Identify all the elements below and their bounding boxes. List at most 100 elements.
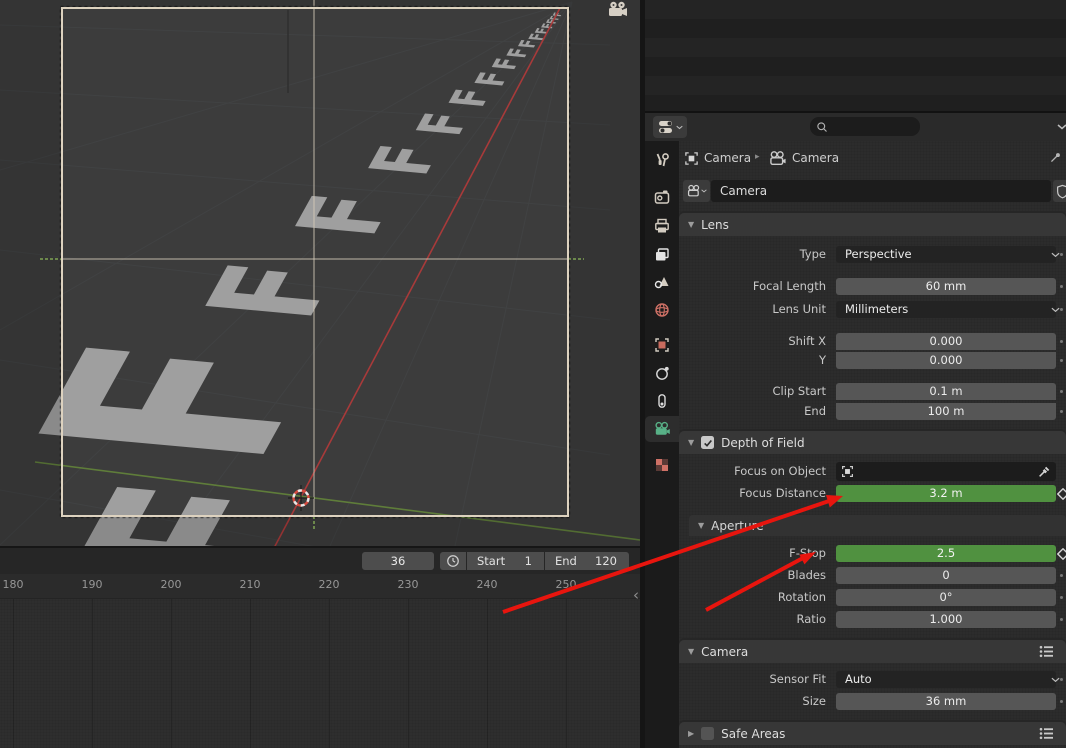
expand-triangle-icon: ▶ [688, 729, 694, 738]
shift-y-label: Y [819, 352, 826, 369]
current-frame-field[interactable]: 36 [362, 552, 434, 570]
chevron-down-icon [1051, 677, 1060, 683]
rotation-field[interactable]: 0° [836, 589, 1056, 606]
tab-tool[interactable] [645, 147, 679, 173]
tab-render[interactable] [645, 184, 679, 210]
search-icon [816, 121, 828, 133]
chevron-down-icon [1051, 252, 1060, 258]
ratio-row: Ratio 1.000 [679, 611, 1066, 628]
editor-type-button[interactable] [653, 116, 687, 138]
fstop-label: F-Stop [789, 545, 826, 562]
sensor-fit-dropdown[interactable]: Auto [836, 671, 1056, 688]
breadcrumb: Camera ▸ Camera [679, 149, 1066, 169]
safe-areas-title: Safe Areas [721, 727, 785, 741]
dof-panel-header[interactable]: ▼ Depth of Field [679, 431, 1066, 454]
ratio-field[interactable]: 1.000 [836, 611, 1056, 628]
world-icon [654, 302, 670, 318]
clip-start-label: Clip Start [773, 383, 826, 400]
collapse-panel-arrow[interactable]: ‹ [633, 588, 639, 602]
dof-checkbox[interactable] [701, 436, 714, 449]
shift-y-field[interactable]: 0.000 [836, 352, 1056, 369]
camera-data-icon [654, 421, 670, 437]
checkmark-icon [703, 438, 713, 448]
timeline-ruler[interactable]: 180190200210220230240250 [0, 574, 640, 599]
tab-object[interactable] [645, 332, 679, 358]
focal-length-field[interactable]: 60 mm [836, 278, 1056, 295]
tab-physics[interactable] [645, 360, 679, 386]
search-input[interactable] [828, 120, 912, 134]
properties-editor-icon [658, 120, 674, 134]
aperture-panel-header[interactable]: ▼ Aperture [689, 515, 1066, 536]
tab-object-data[interactable] [645, 416, 679, 442]
render-icon [654, 189, 670, 205]
tab-output[interactable] [645, 213, 679, 239]
tab-constraints[interactable] [645, 388, 679, 414]
datablock-name-field[interactable]: Camera [711, 180, 1051, 202]
breadcrumb-separator: ▸ [755, 152, 760, 162]
type-row: Type Perspective [679, 246, 1066, 263]
focal-length-label: Focal Length [753, 278, 826, 295]
search-box[interactable] [810, 117, 920, 136]
breadcrumb-data[interactable]: Camera [792, 151, 839, 165]
frame-start-field[interactable]: Start 1 [467, 552, 544, 570]
datablock-type-button[interactable] [683, 180, 710, 202]
frame-end-field[interactable]: End 120 [545, 552, 629, 570]
tab-scene[interactable] [645, 269, 679, 295]
presets-list-icon[interactable] [1039, 727, 1054, 740]
outliner-editor[interactable] [645, 0, 1066, 113]
options-chevron-icon[interactable] [1057, 124, 1066, 130]
frame-tick-label: 210 [240, 578, 261, 591]
sensor-size-row: Size 36 mm [679, 693, 1066, 710]
camera-icon [687, 184, 701, 198]
safe-areas-checkbox[interactable] [701, 727, 714, 740]
chevron-down-icon [701, 189, 707, 193]
safe-areas-panel-header[interactable]: ▶ Safe Areas [679, 722, 1066, 745]
blades-field[interactable]: 0 [836, 567, 1056, 584]
clip-end-label: End [804, 403, 826, 420]
shift-x-field[interactable]: 0.000 [836, 333, 1056, 350]
lens-panel-header[interactable]: ▼ Lens [679, 213, 1066, 236]
3d-viewport[interactable]: FFFFFFFFFFFFFFFFF [0, 0, 640, 546]
timeline-area[interactable] [0, 599, 640, 748]
keyframe-diamond-icon[interactable] [1057, 548, 1066, 560]
pin-icon[interactable] [1049, 151, 1062, 164]
lens-unit-dropdown[interactable]: Millimeters [836, 301, 1056, 318]
sensor-size-field[interactable]: 36 mm [836, 693, 1056, 710]
clip-start-field[interactable]: 0.1 m [836, 383, 1056, 400]
auto-keyframe-button[interactable] [440, 552, 466, 570]
camera-panel-header[interactable]: ▼ Camera [679, 640, 1066, 663]
object-icon [841, 465, 854, 478]
breadcrumb-object[interactable]: Camera [704, 151, 751, 165]
timeline-editor[interactable]: 36 Start 1 End 120 1801902002102202 [0, 546, 640, 748]
sensor-size-label: Size [802, 693, 826, 710]
frame-tick-label: 180 [3, 578, 24, 591]
viewport-canvas: FFFFFFFFFFFFFFFFF [0, 0, 640, 546]
expand-triangle-icon: ▼ [688, 438, 694, 447]
start-value: 1 [525, 552, 532, 570]
constraints-icon [654, 393, 670, 409]
rotation-label: Rotation [778, 589, 826, 606]
presets-list-icon[interactable] [1039, 645, 1054, 658]
eyedropper-icon[interactable] [1037, 465, 1051, 479]
type-dropdown[interactable]: Perspective [836, 246, 1056, 263]
blades-label: Blades [788, 567, 827, 584]
end-label: End [555, 552, 577, 570]
frame-tick-label: 250 [556, 578, 577, 591]
clip-end-field[interactable]: 100 m [836, 403, 1056, 420]
chevron-down-icon [676, 125, 683, 130]
keyframe-diamond-icon[interactable] [1057, 488, 1066, 500]
tab-world[interactable] [645, 297, 679, 323]
sensor-fit-row: Sensor Fit Auto [679, 671, 1066, 688]
aperture-title: Aperture [711, 519, 764, 533]
focus-distance-field[interactable]: 3.2 m [836, 485, 1056, 502]
tab-texture[interactable] [645, 452, 679, 478]
tab-view-layer[interactable] [645, 242, 679, 268]
frame-tick-label: 220 [319, 578, 340, 591]
focus-object-row: Focus on Object [679, 462, 1066, 481]
focus-object-field[interactable] [836, 462, 1056, 481]
fstop-field[interactable]: 2.5 [836, 545, 1056, 562]
printer-icon [654, 218, 670, 234]
frame-tick-label: 190 [82, 578, 103, 591]
physics-icon [654, 365, 670, 381]
fake-user-button[interactable] [1053, 180, 1066, 202]
